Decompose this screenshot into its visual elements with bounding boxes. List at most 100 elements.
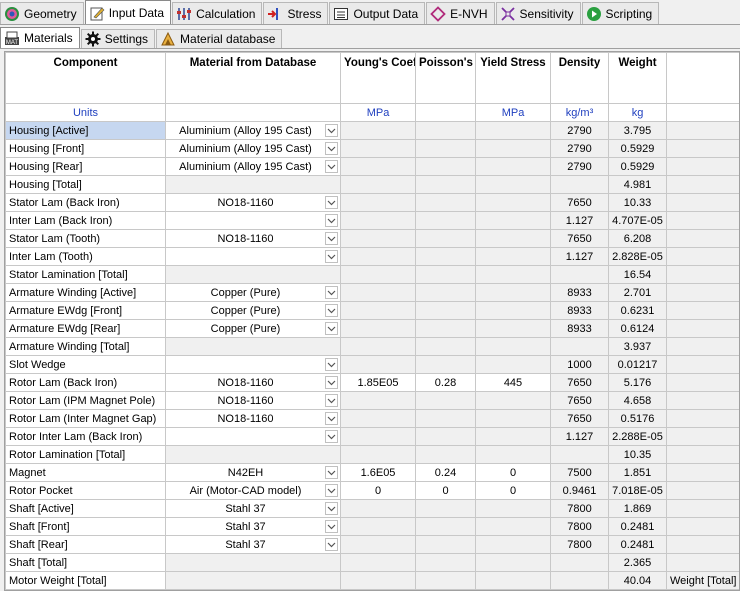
material-value: Aluminium (Alloy 195 Cast) [179,142,312,155]
chevron-down-icon[interactable] [325,160,338,173]
material-value: Aluminium (Alloy 195 Cast) [179,160,312,173]
chevron-down-icon[interactable] [325,322,338,335]
yield-cell [475,139,551,158]
chevron-down-icon[interactable] [325,286,338,299]
density-cell: 1.127 [550,247,609,266]
chevron-down-icon[interactable] [325,538,338,551]
component-name-cell[interactable]: Housing [Front] [5,139,166,158]
component-name-cell[interactable]: Shaft [Front] [5,517,166,536]
component-name-cell[interactable]: Shaft [Active] [5,499,166,518]
weight-cell: 0.2481 [608,535,667,554]
chevron-down-icon[interactable] [325,124,338,137]
component-name-cell[interactable]: Inter Lam (Tooth) [5,247,166,266]
density-cell: 7800 [550,535,609,554]
material-select-cell[interactable]: Stahl 37 [165,517,341,536]
component-name-cell[interactable]: Housing [Rear] [5,157,166,176]
component-name-cell[interactable]: Armature Winding [Active] [5,283,166,302]
material-select-cell[interactable] [165,211,341,230]
component-name-cell[interactable]: Rotor Inter Lam (Back Iron) [5,427,166,446]
chevron-down-icon[interactable] [325,412,338,425]
component-name-cell[interactable]: Rotor Lam (Back Iron) [5,373,166,392]
chevron-down-icon[interactable] [325,520,338,533]
chevron-down-icon[interactable] [325,430,338,443]
tab-geometry[interactable]: Geometry [0,2,84,24]
input-data-icon [89,5,105,21]
subtab-material-database[interactable]: Material database [156,29,283,48]
density-cell [550,445,609,464]
chevron-down-icon[interactable] [325,502,338,515]
material-select-cell[interactable]: Copper (Pure) [165,301,341,320]
young-cell [340,301,416,320]
chevron-down-icon[interactable] [325,376,338,389]
poisson-cell [415,229,476,248]
young-cell [340,157,416,176]
weight-cell: 16.54 [608,265,667,284]
component-name-cell[interactable]: Inter Lam (Back Iron) [5,211,166,230]
component-name-cell[interactable]: Armature EWdg [Front] [5,301,166,320]
component-name-cell[interactable]: Armature Winding [Total] [5,337,166,356]
component-name-cell[interactable]: Stator Lamination [Total] [5,265,166,284]
material-select-cell[interactable]: NO18-1160 [165,409,341,428]
component-name-cell[interactable]: Rotor Lam (Inter Magnet Gap) [5,409,166,428]
subtab-settings[interactable]: Settings [80,29,156,48]
tab-calculation[interactable]: Calculation [172,2,263,24]
material-select-cell[interactable]: N42EH [165,463,341,482]
component-name-cell[interactable]: Rotor Lam (IPM Magnet Pole) [5,391,166,410]
tab-scripting[interactable]: Scripting [581,2,660,24]
chevron-down-icon[interactable] [325,196,338,209]
unit-cell [666,103,739,122]
component-name-cell[interactable]: Armature EWdg [Rear] [5,319,166,338]
material-select-cell[interactable]: NO18-1160 [165,391,341,410]
component-name-cell[interactable]: Motor Weight [Total] [5,571,166,590]
material-select-cell[interactable]: Aluminium (Alloy 195 Cast) [165,157,341,176]
component-name-cell[interactable]: Housing [Total] [5,175,166,194]
young-cell [340,121,416,140]
material-select-cell [165,553,341,572]
component-name-cell[interactable]: Shaft [Total] [5,553,166,572]
material-select-cell[interactable] [165,355,341,374]
tab-e-nvh[interactable]: E-NVH [426,2,495,24]
yield-cell [475,571,551,590]
yield-cell [475,157,551,176]
chevron-down-icon[interactable] [325,394,338,407]
component-name-cell[interactable]: Shaft [Rear] [5,535,166,554]
units-row: Units MPa MPa kg/m³ kg [5,103,739,122]
tab-input-data[interactable]: Input Data [84,0,172,24]
material-select-cell[interactable]: NO18-1160 [165,193,341,212]
chevron-down-icon[interactable] [325,214,338,227]
chevron-down-icon[interactable] [325,304,338,317]
chevron-down-icon[interactable] [325,232,338,245]
component-name-cell[interactable]: Housing [Active] [5,121,166,140]
component-name-cell[interactable]: Slot Wedge [5,355,166,374]
subtab-materials[interactable]: MAT Materials [0,27,80,48]
chevron-down-icon[interactable] [325,142,338,155]
table-row: Motor Weight [Total] 40.04 Weight [Total] [5,571,739,590]
material-select-cell[interactable] [165,427,341,446]
chevron-down-icon[interactable] [325,250,338,263]
component-name-cell[interactable]: Rotor Pocket [5,481,166,500]
material-select-cell[interactable]: Aluminium (Alloy 195 Cast) [165,121,341,140]
material-select-cell[interactable]: Copper (Pure) [165,319,341,338]
material-select-cell[interactable]: Stahl 37 [165,535,341,554]
material-select-cell[interactable] [165,247,341,266]
component-name-cell[interactable]: Stator Lam (Back Iron) [5,193,166,212]
material-select-cell[interactable]: Air (Motor-CAD model) [165,481,341,500]
yield-cell [475,517,551,536]
chevron-down-icon[interactable] [325,466,338,479]
material-value: Stahl 37 [225,520,266,533]
tab-stress[interactable]: Stress [263,2,329,24]
chevron-down-icon[interactable] [325,484,338,497]
material-select-cell[interactable]: NO18-1160 [165,373,341,392]
tab-output-data[interactable]: Output Data [329,2,426,24]
poisson-cell: 0.24 [415,463,476,482]
tab-sensitivity[interactable]: Sensitivity [495,2,581,24]
component-name-cell[interactable]: Rotor Lamination [Total] [5,445,166,464]
material-select-cell[interactable]: Copper (Pure) [165,283,341,302]
material-select-cell[interactable]: NO18-1160 [165,229,341,248]
component-name-cell[interactable]: Magnet [5,463,166,482]
component-name-cell[interactable]: Stator Lam (Tooth) [5,229,166,248]
weight-cell: 1.851 [608,463,667,482]
material-select-cell[interactable]: Aluminium (Alloy 195 Cast) [165,139,341,158]
chevron-down-icon[interactable] [325,358,338,371]
material-select-cell[interactable]: Stahl 37 [165,499,341,518]
